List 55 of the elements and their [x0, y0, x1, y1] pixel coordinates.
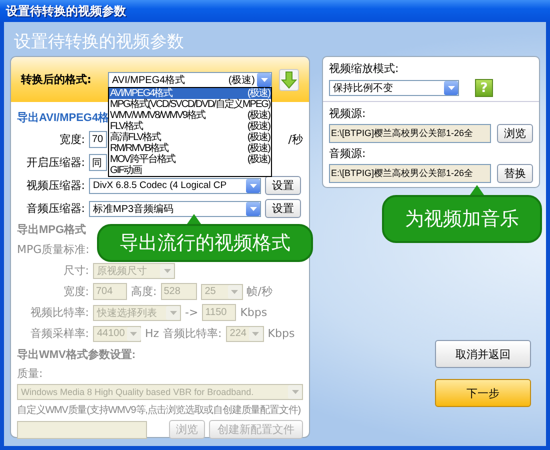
- arrow-label: ->: [185, 306, 198, 319]
- unit-label: /秒: [288, 132, 303, 147]
- field-label: 音频采样率:: [29, 326, 89, 341]
- replace-button[interactable]: 替换: [497, 164, 533, 183]
- field-label: 音频源:: [329, 146, 366, 161]
- format-option[interactable]: AVI/MPEG4格式 (极速): [109, 88, 271, 99]
- format-option[interactable]: GIF动画: [109, 165, 271, 176]
- format-dropdown[interactable]: AVI/MPEG4格式 (极速): [108, 72, 272, 88]
- video-source-field[interactable]: E:\[BTPIG]樱兰高校男公关部1-26全: [329, 124, 491, 143]
- field-label: 视频比特率:: [29, 305, 89, 320]
- download-arrow-icon[interactable]: [279, 68, 299, 90]
- format-option[interactable]: MOV跨平台格式 (极速): [109, 154, 271, 165]
- section-title: 导出MPG格式: [17, 222, 86, 238]
- unit-label: Hz: [145, 327, 160, 340]
- unit-label: Kbps: [240, 306, 268, 319]
- format-option[interactable]: 高清FLV格式 (极速): [109, 132, 271, 143]
- next-button[interactable]: 下一步: [435, 379, 531, 407]
- field-label: 视频源:: [329, 106, 366, 121]
- cancel-button[interactable]: 取消并返回: [435, 340, 531, 368]
- field-label: 高度:: [131, 284, 157, 299]
- field-label: 宽度:: [62, 284, 89, 299]
- format-option[interactable]: RM/RMVB格式 (极速): [109, 143, 271, 154]
- field-label: 音频压缩器:: [25, 201, 85, 216]
- field-label: 音频比特率:: [163, 326, 222, 341]
- field-label: 开启压缩器:: [25, 155, 85, 170]
- section-title: 导出WMV格式参数设置:: [17, 348, 136, 363]
- width-field[interactable]: 70: [89, 131, 107, 148]
- callout-tooltip: 为视频加音乐: [382, 185, 542, 243]
- format-option[interactable]: MPG格式(VCD/SVCD/DVD/自定义MPEG): [109, 99, 271, 110]
- unit-label: Kbps: [268, 327, 295, 340]
- video-codec-select[interactable]: DivX 6.8.5 Codec (4 Logical CP: [89, 178, 261, 194]
- hint-text: 自定义WMV质量(支持WMV9等,点击浏览选取或自创建质量配置文件): [17, 404, 300, 417]
- format-option[interactable]: WMV/WMV8/WMV9格式 (极速): [109, 110, 271, 121]
- callout-tooltip: 导出流行的视频格式: [97, 214, 313, 262]
- scale-mode-select[interactable]: 保持比例不变: [329, 80, 459, 96]
- page-heading: 设置待转换的视频参数: [14, 31, 185, 54]
- field-label: 尺寸:: [62, 263, 89, 278]
- compressor-field[interactable]: 同: [89, 154, 107, 171]
- field-label: 质量:: [17, 366, 43, 381]
- audio-source-field[interactable]: E:\[BTPIG]樱兰高校男公关部1-26全: [329, 164, 491, 183]
- browse-button[interactable]: 浏览: [497, 124, 533, 143]
- format-tag: (极速): [228, 72, 255, 86]
- field-label: MPG质量标准:: [17, 242, 89, 257]
- unit-label: 帧/秒: [246, 284, 272, 299]
- window-title: 设置待转换的视频参数: [6, 2, 126, 20]
- field-label: 视频缩放模式:: [329, 61, 399, 76]
- section-title: 导出AVI/MPEG4格: [17, 110, 110, 126]
- format-label: 转换后的格式:: [21, 72, 92, 87]
- format-option[interactable]: FLV格式 (极速): [109, 121, 271, 132]
- profile-field[interactable]: [17, 420, 147, 438]
- settings-button[interactable]: 设置: [265, 176, 301, 195]
- audio-codec-select[interactable]: 标准MP3音频编码: [89, 200, 261, 216]
- settings-button[interactable]: 设置: [265, 199, 301, 218]
- field-label: 宽度:: [58, 132, 85, 147]
- field-label: 视频压缩器:: [25, 178, 85, 193]
